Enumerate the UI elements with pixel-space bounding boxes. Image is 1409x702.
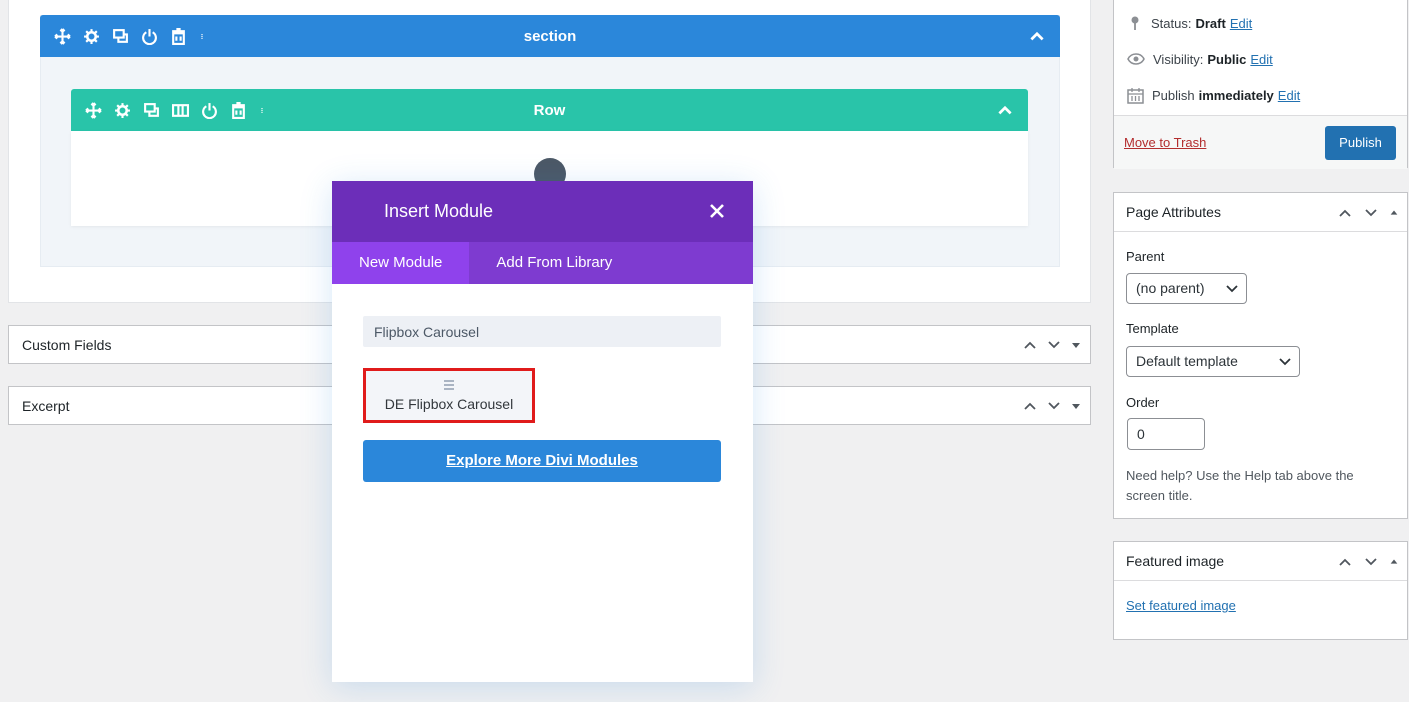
columns-icon[interactable] <box>172 102 189 119</box>
calendar-icon <box>1127 88 1144 104</box>
pin-icon <box>1131 16 1139 30</box>
toggle-arrow-icon[interactable] <box>1389 208 1399 218</box>
trash-icon[interactable] <box>170 27 187 45</box>
parent-label: Parent <box>1126 249 1165 264</box>
publish-box: Status: Draft Edit Visibility: Public Ed… <box>1113 0 1408 169</box>
close-icon[interactable] <box>709 203 725 219</box>
chevron-up-icon[interactable] <box>1022 337 1038 353</box>
parent-select[interactable]: (no parent) <box>1126 273 1247 304</box>
section-toolbar[interactable]: section <box>40 15 1060 57</box>
chevron-down-icon <box>1279 358 1291 366</box>
status-value: Draft <box>1195 15 1226 31</box>
visibility-row: Visibility: Public Edit <box>1127 51 1273 67</box>
modal-header: Insert Module <box>332 181 753 242</box>
custom-fields-title: Custom Fields <box>22 336 112 353</box>
trash-icon[interactable] <box>230 101 247 119</box>
status-label: Status: <box>1151 15 1192 31</box>
chevron-up-icon[interactable] <box>1337 205 1353 221</box>
publish-button[interactable]: Publish <box>1325 126 1396 160</box>
chevron-up-icon[interactable] <box>1337 554 1353 570</box>
page-attributes-title: Page Attributes <box>1126 204 1221 220</box>
power-icon[interactable] <box>141 28 158 45</box>
duplicate-icon[interactable] <box>112 28 129 45</box>
tab-add-from-library[interactable]: Add From Library <box>469 242 639 284</box>
template-select-value: Default template <box>1136 353 1238 369</box>
chevron-down-icon[interactable] <box>1363 205 1379 221</box>
chevron-up-icon[interactable] <box>1028 27 1046 45</box>
publish-value: immediately <box>1198 88 1274 103</box>
template-select[interactable]: Default template <box>1126 346 1300 377</box>
visibility-value: Public <box>1207 51 1247 67</box>
gear-icon[interactable] <box>114 102 131 119</box>
template-label: Template <box>1126 321 1179 336</box>
visibility-label: Visibility: <box>1153 51 1204 67</box>
schedule-edit-link[interactable]: Edit <box>1278 88 1300 103</box>
more-icon[interactable] <box>199 28 205 45</box>
chevron-up-icon[interactable] <box>996 101 1014 119</box>
power-icon[interactable] <box>201 102 218 119</box>
more-icon[interactable] <box>259 102 265 119</box>
module-search-input[interactable] <box>363 316 721 347</box>
order-input[interactable]: 0 <box>1127 418 1205 450</box>
chevron-up-icon[interactable] <box>1022 398 1038 414</box>
order-label: Order <box>1126 395 1160 410</box>
page-attributes-header: Page Attributes <box>1114 193 1407 232</box>
featured-image-title: Featured image <box>1126 553 1225 569</box>
module-label: DE Flipbox Carousel <box>384 395 514 412</box>
status-row: Status: Draft Edit <box>1127 15 1252 31</box>
explore-modules-button[interactable]: Explore More Divi Modules <box>363 440 721 482</box>
help-text: Need help? Use the Help tab above the sc… <box>1126 468 1354 503</box>
featured-image-box: Featured image Set featured image <box>1113 541 1408 640</box>
duplicate-icon[interactable] <box>143 102 160 119</box>
chevron-down-icon[interactable] <box>1046 398 1062 414</box>
chevron-down-icon[interactable] <box>1046 337 1062 353</box>
row-toolbar[interactable]: Row <box>71 89 1028 131</box>
featured-image-header: Featured image <box>1114 542 1407 581</box>
eye-icon <box>1127 53 1145 65</box>
publish-label: Publish <box>1152 88 1195 103</box>
toggle-arrow-icon[interactable] <box>1070 400 1082 412</box>
move-icon[interactable] <box>54 27 71 45</box>
move-to-trash-link[interactable]: Move to Trash <box>1124 135 1206 150</box>
tab-new-module[interactable]: New Module <box>332 242 470 284</box>
toggle-arrow-icon[interactable] <box>1070 339 1082 351</box>
module-item-de-flipbox-carousel[interactable]: DE Flipbox Carousel <box>363 368 535 423</box>
page-attributes-box: Page Attributes Parent (no parent) Templ… <box>1113 192 1408 519</box>
publish-actions: Move to Trash Publish <box>1114 115 1407 169</box>
visibility-edit-link[interactable]: Edit <box>1250 52 1272 67</box>
parent-select-value: (no parent) <box>1136 280 1205 296</box>
chevron-down-icon[interactable] <box>1363 554 1379 570</box>
move-icon[interactable] <box>85 101 102 119</box>
modal-title: Insert Module <box>384 201 494 221</box>
modal-tabs: New Module Add From Library <box>332 242 753 284</box>
toggle-arrow-icon[interactable] <box>1389 557 1399 567</box>
schedule-row: Publish immediately Edit <box>1127 87 1300 104</box>
insert-module-modal: Insert Module New Module Add From Librar… <box>332 181 753 682</box>
excerpt-title: Excerpt <box>22 397 70 414</box>
menu-lines-icon <box>444 379 454 390</box>
gear-icon[interactable] <box>83 28 100 45</box>
status-edit-link[interactable]: Edit <box>1230 16 1252 31</box>
chevron-down-icon <box>1226 285 1238 293</box>
set-featured-image-link[interactable]: Set featured image <box>1126 598 1236 613</box>
